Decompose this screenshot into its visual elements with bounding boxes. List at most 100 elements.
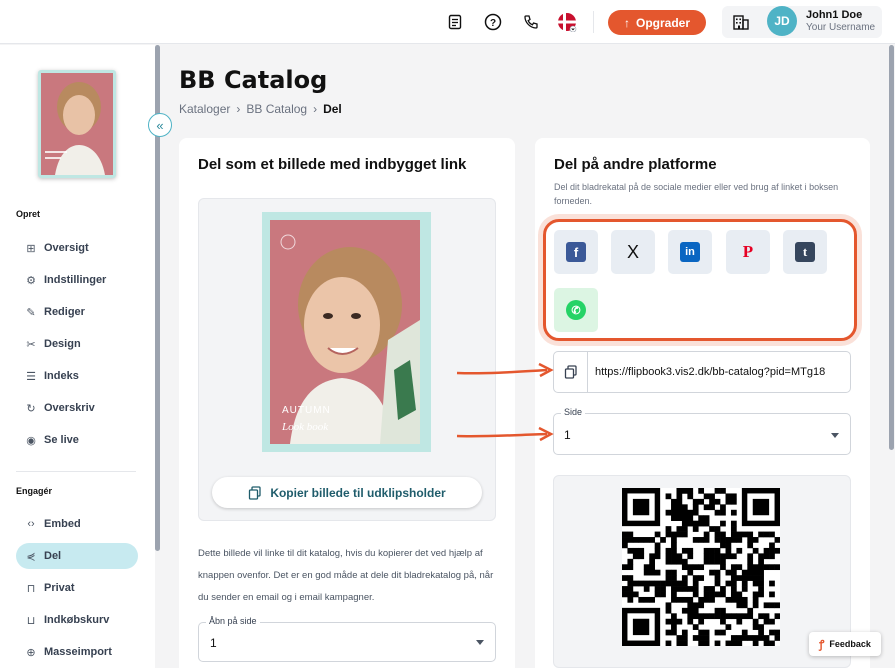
copy-link-button[interactable] — [554, 352, 588, 392]
sidebar-item-indstillinger[interactable]: ⚙ Indstillinger — [16, 267, 138, 293]
phone-icon[interactable] — [521, 12, 541, 32]
top-bar: ? ↑ Opgrader JD John1 Doe Your Username — [0, 0, 895, 44]
share-link-field[interactable]: https://flipbook3.vis2.dk/bb-catalog?pid… — [553, 351, 851, 393]
sidebar-item-indeks[interactable]: ☰ Indeks — [16, 363, 138, 389]
sidebar-item-label: Embed — [44, 518, 81, 530]
sidebar-item-se-live[interactable]: ◉ Se live — [16, 427, 138, 453]
sidebar-item-rediger[interactable]: ✎ Rediger — [16, 299, 138, 325]
sidebar-item-indkobskurv[interactable]: ⊔ Indkøbskurv — [16, 607, 138, 633]
layout-icon: ⊞ — [26, 242, 36, 255]
breadcrumb: Kataloger › BB Catalog › Del — [179, 102, 342, 116]
linkedin-icon: in — [680, 242, 700, 262]
tumblr-share-button[interactable]: t — [783, 230, 827, 274]
image-share-description: Dette billede vil linke til dit katalog,… — [198, 548, 494, 603]
svg-text:?: ? — [490, 18, 496, 29]
platform-share-title: Del på andre platforme — [554, 156, 717, 173]
open-page-label: Åbn på side — [206, 616, 260, 626]
feedback-label: Feedback — [829, 639, 871, 649]
feedback-icon: ꝭ — [819, 638, 825, 651]
sidebar-item-label: Indkøbskurv — [44, 614, 110, 626]
whatsapp-icon: ✆ — [566, 300, 586, 320]
pencil-icon: ✎ — [26, 306, 36, 319]
sidebar-item-privat[interactable]: ⊓ Privat — [16, 575, 138, 601]
cover-subtitle-text: Look book — [281, 421, 329, 433]
section-engage-label: Engagér — [16, 486, 53, 496]
sidebar-divider — [16, 471, 136, 472]
sidebar-item-label: Del — [44, 550, 62, 562]
facebook-share-button[interactable]: f — [554, 230, 598, 274]
side-select[interactable] — [553, 413, 851, 455]
image-share-title: Del som et billede med indbygget link — [198, 156, 467, 173]
sidebar-item-label: Design — [44, 338, 81, 350]
chevron-down-icon — [476, 640, 484, 645]
feedback-button[interactable]: ꝭ Feedback — [809, 632, 881, 656]
side-select-label: Side — [561, 407, 586, 417]
eye-icon: ◉ — [26, 434, 36, 447]
section-create-label: Opret — [16, 209, 41, 219]
breadcrumb-catalog[interactable]: BB Catalog — [246, 102, 307, 116]
cart-icon: ⊔ — [26, 614, 36, 627]
open-page-select[interactable] — [198, 622, 496, 662]
share-link-url[interactable]: https://flipbook3.vis2.dk/bb-catalog?pid… — [595, 366, 845, 378]
company-icon[interactable] — [731, 12, 751, 32]
sidebar-item-label: Masseimport — [44, 646, 112, 658]
code-icon: ‹› — [27, 518, 35, 530]
pinterest-share-button[interactable]: P — [726, 230, 770, 274]
share-icon: ⋞ — [26, 550, 36, 563]
copy-icon — [564, 365, 577, 379]
lock-icon: ⊓ — [26, 582, 36, 595]
sidebar-item-overskriv[interactable]: ↻ Overskriv — [16, 395, 138, 421]
sidebar-item-label: Oversigt — [44, 242, 89, 254]
catalog-thumbnail[interactable] — [38, 70, 116, 178]
user-username: Your Username — [806, 22, 876, 33]
open-page-value: 1 — [210, 636, 217, 650]
copy-image-button[interactable]: Kopier billede til udklipsholder — [212, 477, 482, 508]
chevron-down-icon — [831, 433, 839, 438]
x-icon: X — [626, 241, 639, 262]
arrow-up-icon: ↑ — [623, 15, 630, 30]
sidebar-item-label: Indstillinger — [44, 274, 107, 286]
qr-code — [622, 488, 781, 647]
platform-share-subtitle: Del dit bladrekatal på de sociale medier… — [554, 182, 839, 206]
cover-title-text: AUTUMN — [282, 405, 331, 416]
sidebar-item-design[interactable]: ✂ Design — [16, 331, 138, 357]
import-icon: ⊕ — [26, 646, 36, 659]
sidebar-item-label: Overskriv — [44, 402, 95, 414]
upgrade-label: Opgrader — [635, 15, 690, 30]
linkedin-share-button[interactable]: in — [668, 230, 712, 274]
breadcrumb-kataloger[interactable]: Kataloger — [179, 102, 230, 116]
help-icon[interactable]: ? — [483, 12, 503, 32]
gear-icon: ⚙ — [26, 274, 36, 287]
sidebar-item-label: Privat — [44, 582, 75, 594]
copy-icon — [249, 485, 261, 500]
avatar[interactable]: JD — [767, 6, 797, 36]
design-icon: ✂ — [26, 338, 36, 351]
catalog-cover-image: AUTUMN Look book — [262, 212, 431, 452]
tumblr-icon: t — [795, 242, 815, 262]
language-flag-icon[interactable] — [557, 12, 577, 32]
sidebar-item-label: Se live — [44, 434, 79, 446]
annotation-arrow-link — [456, 362, 554, 378]
side-select-value: 1 — [564, 428, 571, 442]
x-share-button[interactable]: X — [611, 230, 655, 274]
document-icon[interactable] — [445, 12, 465, 32]
user-name: John1 Doe — [806, 9, 863, 21]
upgrade-button[interactable]: ↑ Opgrader — [608, 10, 706, 35]
annotation-arrow-side — [456, 426, 554, 442]
collapse-sidebar-button[interactable]: « — [148, 113, 172, 137]
topbar-divider — [593, 11, 594, 33]
chevron-right-icon: › — [313, 102, 318, 116]
chevron-right-icon: › — [236, 102, 241, 116]
whatsapp-share-button[interactable]: ✆ — [554, 288, 598, 332]
main-scrollbar[interactable] — [889, 45, 894, 450]
sidebar-item-del[interactable]: ⋞ Del — [16, 543, 138, 569]
refresh-icon: ↻ — [26, 402, 36, 415]
sidebar-item-masseimport[interactable]: ⊕ Masseimport — [16, 639, 138, 665]
breadcrumb-current: Del — [323, 102, 342, 116]
sidebar-item-oversigt[interactable]: ⊞ Oversigt — [16, 235, 138, 261]
sidebar-item-embed[interactable]: ‹› Embed — [16, 511, 138, 537]
sidebar-item-label: Indeks — [44, 370, 79, 382]
page-title: BB Catalog — [179, 66, 328, 94]
pinterest-icon: P — [742, 242, 754, 261]
sidebar-item-label: Rediger — [44, 306, 85, 318]
